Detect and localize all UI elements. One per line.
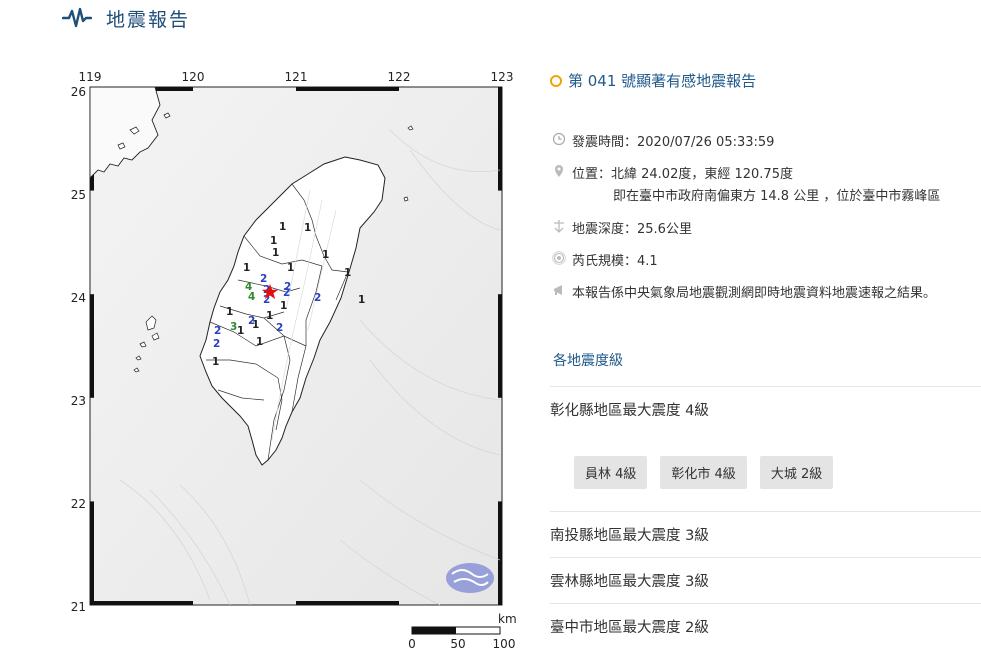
intensity-section-title: 各地震度級 xyxy=(553,353,623,369)
intensity-mark: 1 xyxy=(272,247,279,259)
lat-tick-label: 22 xyxy=(71,497,86,511)
status-ring-icon xyxy=(550,74,562,87)
intensity-mark: 1 xyxy=(344,267,351,279)
intensity-mark: 1 xyxy=(266,310,273,322)
report-title: 第 041 號顯著有感地震報告 xyxy=(550,70,756,91)
intensity-mark: 2 xyxy=(248,315,255,327)
region-taichung[interactable]: 臺中市地區最大震度 2級 xyxy=(550,603,981,650)
region-changhua[interactable]: 彰化縣地區最大震度 4級 xyxy=(550,386,981,433)
info-time: 發震時間：2020/07/26 05:33:59 xyxy=(552,131,774,150)
station-chips: 員林 4級 彰化市 4級 大城 2級 xyxy=(574,456,834,489)
page-title: 地震報告 xyxy=(106,8,191,31)
intensity-mark: 1 xyxy=(358,294,365,306)
intensity-mark: 4 xyxy=(248,291,255,303)
svg-text:0: 0 xyxy=(408,637,416,651)
region-nantou[interactable]: 南投縣地區最大震度 3級 xyxy=(550,511,981,558)
intensity-mark: 2 xyxy=(214,325,221,337)
svg-text:100: 100 xyxy=(493,637,516,651)
lon-tick-label: 120 xyxy=(182,70,205,84)
map-pin-icon xyxy=(555,165,563,177)
station-chip[interactable]: 大城 2級 xyxy=(759,456,834,489)
svg-text:km: km xyxy=(498,612,517,626)
intensity-mark: 1 xyxy=(212,356,219,368)
intensity-mark: 1 xyxy=(270,235,277,247)
lat-tick-label: 21 xyxy=(71,600,86,614)
intensity-mark: 1 xyxy=(280,300,287,312)
lon-tick-label: 122 xyxy=(388,70,411,84)
lon-tick-label: 123 xyxy=(491,70,514,84)
lon-tick-label: 119 xyxy=(79,70,102,84)
magnitude-icon xyxy=(552,251,566,265)
lat-tick-label: 25 xyxy=(71,188,86,202)
info-depth: 地震深度：25.6公里 xyxy=(552,218,692,237)
lat-tick-label: 24 xyxy=(71,291,86,305)
intensity-mark: 1 xyxy=(256,336,263,348)
lat-tick-label: 26 xyxy=(71,85,86,99)
intensity-mark: 1 xyxy=(243,262,250,274)
intensity-mark: 1 xyxy=(287,262,294,274)
clock-icon xyxy=(552,132,566,146)
info-magnitude: 芮氏規模：4.1 xyxy=(552,250,658,269)
intensity-map[interactable]: 119 120 121 122 123 26 25 24 23 22 21 1 … xyxy=(60,60,530,659)
info-location-detail: 即在臺中市政府南偏東方 14.8 公里 ，位於臺中市霧峰區 xyxy=(613,189,941,204)
intensity-mark: 1 xyxy=(237,325,244,337)
megaphone-icon xyxy=(554,285,562,295)
intensity-mark: 2 xyxy=(213,338,220,350)
intensity-mark: 1 xyxy=(322,249,329,261)
lon-tick-label: 121 xyxy=(285,70,308,84)
info-note: 本報告係中央氣象局地震觀測網即時地震資料地震速報之結果。 xyxy=(552,282,936,301)
intensity-mark: 1 xyxy=(226,306,233,318)
intensity-mark: 2 xyxy=(276,322,283,334)
cwb-logo xyxy=(446,563,494,593)
region-yunlin[interactable]: 雲林縣地區最大震度 3級 xyxy=(550,557,981,604)
station-chip[interactable]: 彰化市 4級 xyxy=(660,456,747,489)
page-header: 地震報告 xyxy=(62,3,190,33)
info-location: 位置：北緯 24.02度，東經 120.75度 xyxy=(552,163,793,182)
latitude-axis: 26 25 24 23 22 21 xyxy=(71,85,86,614)
depth-icon xyxy=(554,220,564,233)
lat-tick-label: 23 xyxy=(71,394,86,408)
seismograph-icon xyxy=(62,7,92,28)
intensity-mark: 1 xyxy=(279,221,286,233)
intensity-mark: 2 xyxy=(283,287,290,299)
station-chip[interactable]: 員林 4級 xyxy=(574,456,648,489)
svg-text:50: 50 xyxy=(450,637,465,651)
longitude-axis: 119 120 121 122 123 xyxy=(79,70,514,84)
intensity-mark: 1 xyxy=(304,222,311,234)
scale-bar: km 0 50 100 xyxy=(408,612,516,651)
intensity-mark: 2 xyxy=(314,292,321,304)
